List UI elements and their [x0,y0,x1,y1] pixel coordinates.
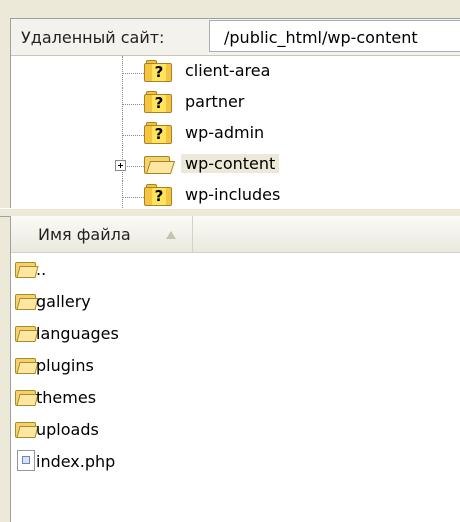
folder-icon [15,389,39,407]
tree-connector-line [122,180,123,209]
folder-icon [15,357,39,375]
remote-site-path-input[interactable]: /public_html/wp-content [209,20,460,52]
folder-icon [15,293,39,311]
file-name: plugins [36,356,94,375]
remote-site-label: Удаленный сайт: [21,28,165,47]
remote-file-list-pane: Имя файла .. gallery languages plugins t… [10,216,460,522]
tree-item-label: client-area [185,61,271,80]
file-name: index.php [36,452,116,471]
tree-item-label: wp-includes [185,185,281,204]
php-file-icon [17,450,35,471]
filename-column-label: Имя файла [38,225,131,244]
file-row-plugins[interactable]: plugins [11,350,460,382]
file-name: uploads [36,420,99,439]
tree-expand-toggle[interactable] [115,160,126,171]
tree-connector-line [122,87,123,117]
folder-icon [15,421,39,439]
remote-site-bar: Удаленный сайт: /public_html/wp-content [11,19,460,56]
file-list-header: Имя файла [11,216,460,253]
tree-item-label: partner [185,92,245,111]
tree-connector-line [122,104,144,105]
tree-connector-line [122,118,123,148]
file-name: themes [36,388,97,407]
tree-connector-line [122,56,123,86]
tree-item-client-area[interactable]: ? client-area [11,56,460,86]
file-name: .. [36,260,47,279]
tree-item-label: wp-admin [185,123,265,142]
tree-item-partner[interactable]: ? partner [11,87,460,117]
tree-item-wp-content[interactable]: wp-content [11,149,460,179]
tree-connector-line [122,73,144,74]
sort-ascending-icon [166,231,176,239]
folder-icon [15,261,39,279]
file-name: languages [36,324,119,343]
file-row-languages[interactable]: languages [11,318,460,350]
remote-directory-tree: ? client-area ? partner ? wp-admin wp-co… [11,56,460,209]
tree-item-wp-includes[interactable]: ? wp-includes [11,180,460,209]
file-row-parent-dir[interactable]: .. [11,254,460,286]
file-row-themes[interactable]: themes [11,382,460,414]
tree-connector-line [122,197,144,198]
file-name: gallery [36,292,91,311]
tree-item-label: wp-content [181,154,280,173]
file-row-gallery[interactable]: gallery [11,286,460,318]
file-row-index-php[interactable]: index.php [11,446,460,478]
tree-item-wp-admin[interactable]: ? wp-admin [11,118,460,148]
folder-icon [15,325,39,343]
file-row-uploads[interactable]: uploads [11,414,460,446]
tree-connector-line [122,135,144,136]
remote-site-pane: Удаленный сайт: /public_html/wp-content … [10,18,460,209]
filename-column-header[interactable]: Имя файла [11,216,193,252]
